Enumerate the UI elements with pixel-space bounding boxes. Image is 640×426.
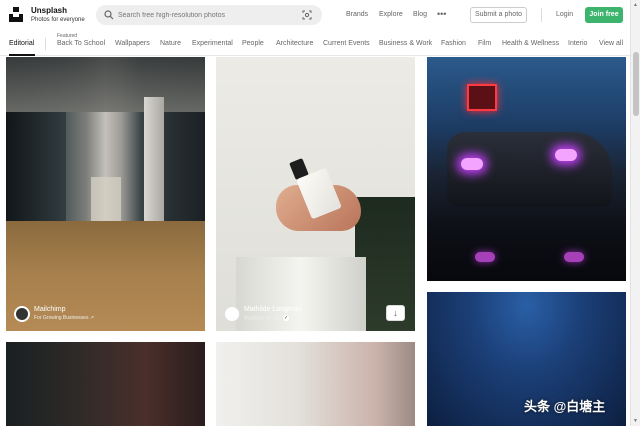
topic-experimental[interactable]: Experimental [192,40,233,47]
download-icon[interactable]: ↓ [386,305,405,321]
author-subtitle[interactable]: Available for hire ✓ [244,315,290,322]
topic-film[interactable]: Film [478,40,491,47]
topic-fashion[interactable]: Fashion [441,40,466,47]
topic-interiors[interactable]: Interio [568,40,587,47]
header-divider [541,8,542,22]
topic-business-work[interactable]: Business & Work [379,40,432,47]
photo-dark-gradient[interactable] [6,342,205,426]
search-input[interactable] [118,8,298,22]
visual-search-icon[interactable] [302,10,312,20]
topic-current-events[interactable]: Current Events [323,40,370,47]
photo-perfume-bottle[interactable]: Mathilde Langevin Available for hire ✓ ↓ [216,57,415,331]
verified-icon: ✓ [283,315,290,321]
author-name[interactable]: Mailchimp [34,306,66,313]
topic-back-to-school[interactable]: Back To School [57,40,105,47]
join-free-button[interactable]: Join free [585,7,623,23]
search-icon[interactable] [104,10,114,20]
avatar[interactable] [14,306,30,322]
topic-wallpapers[interactable]: Wallpapers [115,40,150,47]
photo-neon-car[interactable] [427,57,626,281]
watermark: 头条 @白塘主 [524,399,606,414]
scrollbar-thumb[interactable] [633,52,639,116]
topic-editorial[interactable]: Editorial [9,40,34,47]
featured-label: Featured [57,33,78,39]
topic-bar: Editorial Featured Back To School Wallpa… [0,31,630,56]
topic-health-wellness[interactable]: Health & Wellness [502,40,559,47]
nav-explore[interactable]: Explore [379,11,403,18]
author-name[interactable]: Mathilde Langevin [244,306,301,313]
header: Unsplash Photos for everyone Brands Expl… [0,0,630,31]
nav-brands[interactable]: Brands [346,11,368,18]
scroll-up-icon[interactable]: ▲ [633,2,638,8]
photo-office-corridor[interactable]: Mailchimp For Growing Businesses ↗ [6,57,205,331]
scroll-down-icon[interactable]: ▼ [633,418,638,424]
topic-divider [45,38,46,50]
topic-architecture[interactable]: Architecture [276,40,313,47]
brand-tagline: Photos for everyone [31,17,85,23]
more-icon[interactable]: ••• [437,9,446,19]
topic-nature[interactable]: Nature [160,40,181,47]
topic-people[interactable]: People [242,40,264,47]
brand-name[interactable]: Unsplash [31,6,67,16]
author-subtitle[interactable]: For Growing Businesses ↗ [34,315,94,321]
view-all-link[interactable]: View all [599,40,623,47]
submit-photo-button[interactable]: Submit a photo [470,7,527,23]
avatar[interactable] [224,306,240,322]
active-topic-underline [9,54,35,56]
hire-status: Available for hire [244,315,282,322]
unsplash-logo-icon[interactable] [9,7,23,22]
search-bar[interactable] [96,5,322,25]
vertical-scrollbar[interactable]: ▲ ▼ [630,0,640,426]
photo-light-gradient[interactable] [216,342,415,426]
login-link[interactable]: Login [556,11,573,18]
nav-blog[interactable]: Blog [413,11,427,18]
